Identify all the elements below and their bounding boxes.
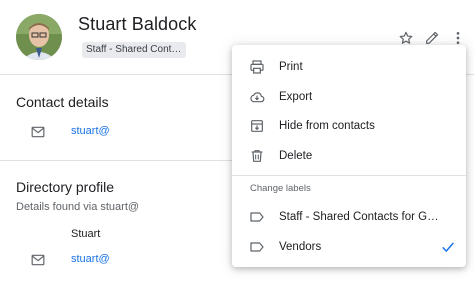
change-labels-heading: Change labels (250, 183, 311, 194)
label-chip[interactable]: Staff - Shared Conta… (82, 42, 186, 58)
label-icon (248, 208, 266, 226)
contact-email-link[interactable]: stuart@ (71, 125, 110, 137)
directory-email-link[interactable]: stuart@ (71, 253, 110, 265)
menu-item-export[interactable]: Export (232, 82, 466, 112)
cloud-download-icon (248, 88, 266, 106)
directory-profile-subtitle: Details found via stuart@ (16, 201, 140, 213)
menu-item-delete[interactable]: Delete (232, 141, 466, 171)
menu-label-staff-shared[interactable]: Staff - Shared Contacts for G… (232, 202, 466, 232)
contact-name: Stuart Baldock (78, 14, 197, 34)
menu-item-print[interactable]: Print (232, 52, 466, 82)
menu-label-vendors[interactable]: Vendors (232, 232, 466, 262)
contact-details-title: Contact details (16, 94, 109, 110)
trash-icon (248, 147, 266, 165)
avatar (16, 14, 62, 60)
section-divider (0, 160, 236, 161)
more-actions-menu: Print Export Hide from contacts Delete C… (232, 45, 466, 267)
directory-profile-title: Directory profile (16, 179, 115, 195)
label-icon (248, 238, 266, 256)
checkmark-icon (440, 239, 456, 255)
directory-first-name: Stuart (71, 228, 101, 240)
menu-item-hide-from-contacts[interactable]: Hide from contacts (232, 111, 466, 141)
email-icon (30, 124, 46, 140)
print-icon (248, 58, 266, 76)
archive-icon (248, 117, 266, 135)
menu-divider (232, 175, 466, 176)
email-icon (30, 252, 46, 268)
